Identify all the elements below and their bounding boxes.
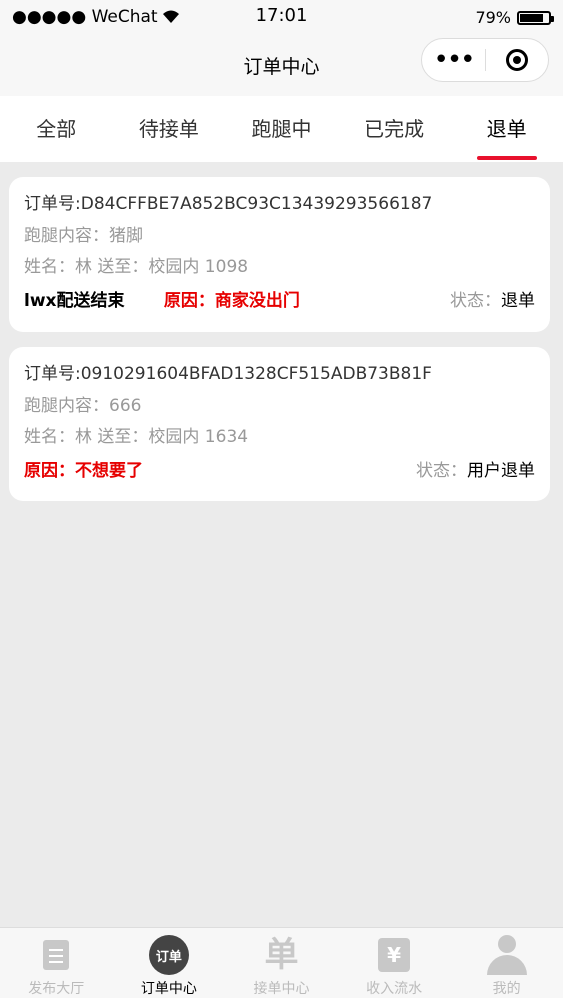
navbar: 订单中心 ••• bbox=[0, 34, 563, 96]
battery-percent: 79% bbox=[475, 8, 511, 27]
tab-completed[interactable]: 已完成 bbox=[338, 96, 451, 162]
order-card[interactable]: 订单号:D84CFFBE7A852BC93C13439293566187 跑腿内… bbox=[9, 177, 550, 332]
order-content: 跑腿内容：666 bbox=[24, 395, 142, 416]
order-number: 订单号:0910291604BFAD1328CF515ADB73B81F bbox=[24, 364, 432, 384]
tabbar-item-publish[interactable]: 发布大厅 bbox=[0, 928, 113, 998]
target-icon bbox=[505, 49, 528, 71]
more-menu-button[interactable]: ••• bbox=[422, 38, 485, 82]
order-icon: 订单 bbox=[148, 935, 189, 975]
bottom-tab-bar: 发布大厅 订单 订单中心 单 接单中心 ¥ 收入流水 我的 bbox=[0, 927, 563, 998]
delivery-note: lwx配送结束 bbox=[24, 290, 125, 311]
order-state: 状态：用户退单 bbox=[416, 454, 535, 488]
tabbar-item-income[interactable]: ¥ 收入流水 bbox=[338, 928, 451, 998]
tabbar-label: 我的 bbox=[492, 981, 521, 997]
refund-reason: 原因：不想要了 bbox=[24, 460, 143, 481]
order-recipient: 姓名：林 送至：校园内 1634 bbox=[24, 427, 249, 447]
user-icon bbox=[486, 935, 527, 975]
state-label: 状态： bbox=[450, 290, 501, 311]
order-state: 状态：退单 bbox=[450, 284, 535, 318]
tab-refund[interactable]: 退单 bbox=[450, 96, 563, 162]
order-card[interactable]: 订单号:0910291604BFAD1328CF515ADB73B81F 跑腿内… bbox=[9, 347, 550, 501]
dan-icon: 单 bbox=[264, 935, 299, 975]
close-button[interactable] bbox=[486, 49, 548, 71]
order-footer: lwx配送结束 原因：商家没出门 状态：退单 bbox=[24, 284, 535, 318]
yen-icon: ¥ bbox=[378, 938, 411, 972]
order-tabs: 全部 待接单 跑腿中 已完成 退单 bbox=[0, 96, 563, 162]
order-footer: 原因：不想要了 状态：用户退单 bbox=[24, 454, 535, 488]
state-value: 用户退单 bbox=[467, 460, 535, 481]
tabbar-label: 发布大厅 bbox=[28, 981, 85, 997]
battery-icon bbox=[517, 10, 554, 25]
tabbar-item-orders[interactable]: 订单 订单中心 bbox=[113, 928, 226, 998]
state-label: 状态： bbox=[416, 460, 467, 481]
tabbar-item-profile[interactable]: 我的 bbox=[450, 928, 563, 998]
tab-all[interactable]: 全部 bbox=[0, 96, 113, 162]
mini-program-capsule: ••• bbox=[421, 38, 549, 82]
order-number: 订单号:D84CFFBE7A852BC93C13439293566187 bbox=[24, 194, 433, 214]
tabbar-item-accept[interactable]: 单 接单中心 bbox=[225, 928, 338, 998]
order-recipient: 姓名：林 送至：校园内 1098 bbox=[24, 257, 249, 277]
tab-running[interactable]: 跑腿中 bbox=[225, 96, 338, 162]
refund-reason: 原因：商家没出门 bbox=[163, 290, 300, 311]
tab-pending[interactable]: 待接单 bbox=[113, 96, 226, 162]
status-bar: ●●●●● WeChat 17:01 79% bbox=[0, 0, 563, 34]
document-icon bbox=[43, 940, 70, 970]
state-value: 退单 bbox=[501, 290, 535, 311]
tabbar-label: 订单中心 bbox=[140, 981, 197, 997]
tabbar-label: 接单中心 bbox=[253, 981, 310, 997]
tabbar-label: 收入流水 bbox=[366, 981, 423, 997]
order-content: 跑腿内容：猪脚 bbox=[24, 225, 143, 246]
battery-status: 79% bbox=[475, 8, 554, 27]
